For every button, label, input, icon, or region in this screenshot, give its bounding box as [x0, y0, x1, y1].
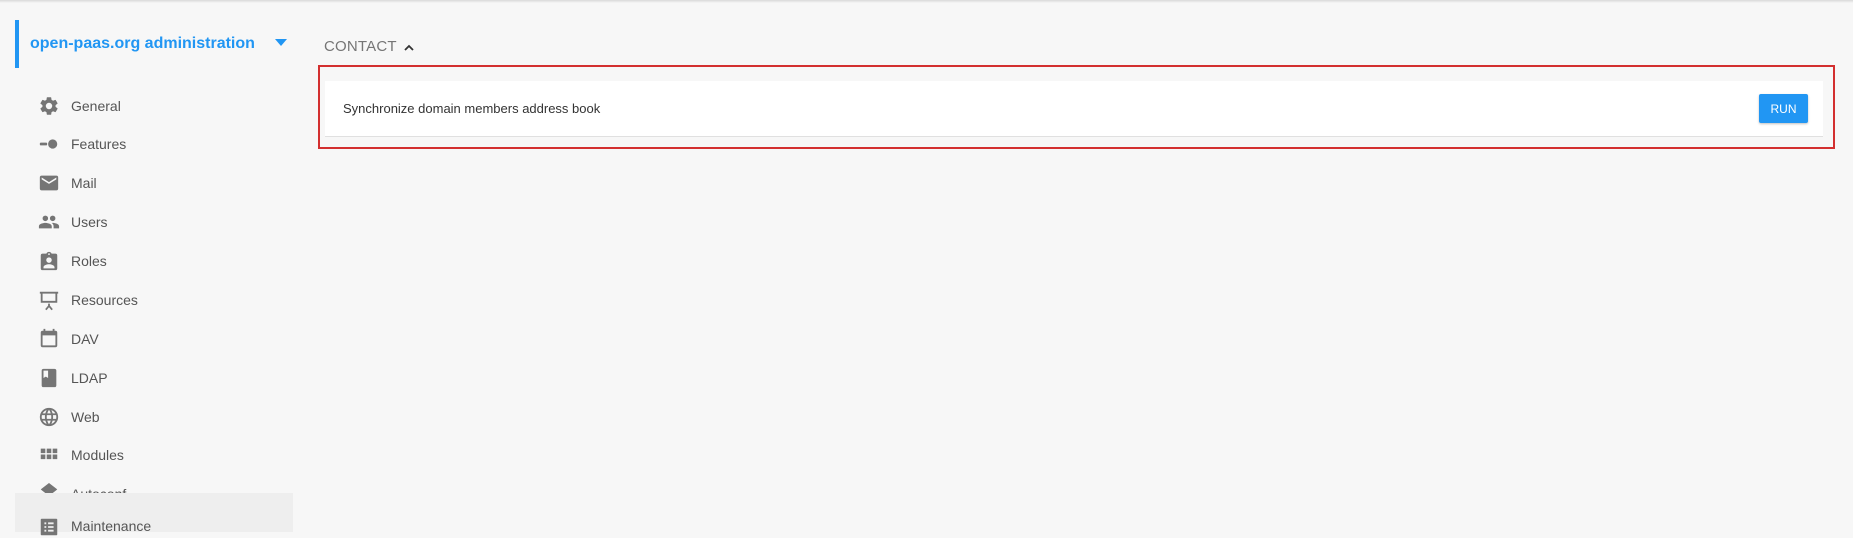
sidebar-item-label: Users	[71, 213, 108, 230]
sidebar-item-modules[interactable]: Modules	[15, 435, 293, 474]
sidebar-item-label: Features	[71, 135, 127, 152]
sidebar: open-paas.org administration General Fea…	[15, 20, 293, 536]
domain-selector[interactable]: open-paas.org administration	[15, 20, 293, 68]
sidebar-item-mail[interactable]: Mail	[15, 163, 293, 202]
sidebar-item-label: LDAP	[71, 369, 108, 386]
globe-icon	[38, 406, 60, 428]
sidebar-item-maintenance[interactable]: Maintenance	[15, 493, 293, 536]
run-button[interactable]: RUN	[1759, 94, 1808, 123]
contact-section-toggle[interactable]: CONTACT	[324, 38, 415, 55]
calendar-icon	[38, 328, 60, 350]
list-icon	[38, 516, 60, 538]
sidebar-item-dav[interactable]: DAV	[15, 319, 293, 358]
top-shadow	[0, 0, 1853, 3]
sidebar-item-ldap[interactable]: LDAP	[15, 358, 293, 397]
domain-title: open-paas.org administration	[30, 35, 255, 52]
toggle-icon	[38, 133, 60, 155]
sidebar-item-label: Resources	[71, 291, 138, 308]
easel-icon	[38, 289, 60, 311]
sidebar-item-label: Modules	[71, 446, 124, 463]
sidebar-item-label: General	[71, 97, 121, 114]
mail-icon	[38, 172, 60, 194]
sidebar-item-label: Roles	[71, 252, 107, 269]
chevron-up-icon	[403, 41, 415, 53]
task-card: Synchronize domain members address book …	[325, 81, 1823, 137]
sidebar-item-web[interactable]: Web	[15, 397, 293, 436]
grid-icon	[38, 444, 60, 466]
gear-icon	[38, 95, 60, 117]
sidebar-item-roles[interactable]: Roles	[15, 241, 293, 280]
sidebar-item-resources[interactable]: Resources	[15, 280, 293, 319]
badge-icon	[38, 250, 60, 272]
sidebar-item-features[interactable]: Features	[15, 124, 293, 163]
sidebar-item-users[interactable]: Users	[15, 202, 293, 241]
section-title: CONTACT	[324, 38, 397, 55]
sidebar-item-label: DAV	[71, 330, 99, 347]
caret-down-icon[interactable]	[275, 39, 287, 46]
users-icon	[38, 211, 60, 233]
sidebar-item-label: Mail	[71, 174, 97, 191]
sidebar-item-label: Web	[71, 408, 100, 425]
book-icon	[38, 367, 60, 389]
task-label: Synchronize domain members address book	[343, 101, 601, 116]
sidebar-item-general[interactable]: General	[15, 86, 293, 125]
sidebar-item-label: Maintenance	[71, 518, 152, 534]
